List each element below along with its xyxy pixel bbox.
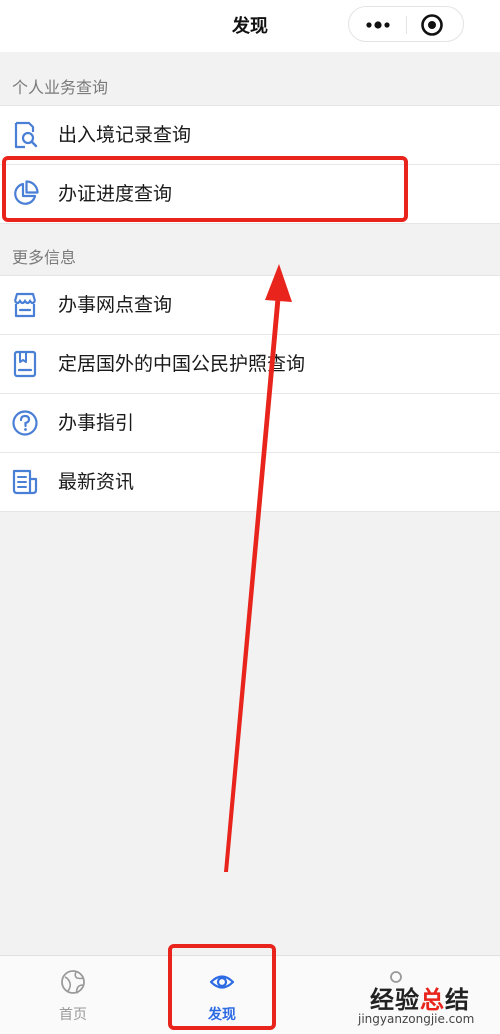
miniprogram-capsule	[348, 6, 464, 42]
watermark-brand: 经验总结	[370, 986, 470, 1014]
list-item-overseas-passport[interactable]: 定居国外的中国公民护照查询	[0, 335, 500, 394]
list-item-service-guide[interactable]: 办事指引	[0, 394, 500, 453]
section-label-personal: 个人业务查询	[12, 78, 109, 97]
list-item-label: 办事网点查询	[58, 294, 173, 316]
section-label-more-info: 更多信息	[12, 248, 77, 267]
target-circle-icon[interactable]	[419, 12, 445, 38]
news-document-icon	[12, 469, 38, 495]
tab-home[interactable]: 首页	[13, 956, 133, 1034]
globe-icon	[61, 970, 85, 994]
passport-book-icon	[13, 350, 37, 378]
storefront-icon	[13, 292, 37, 318]
watermark-url: jingyanzongjie.com	[358, 1012, 475, 1026]
question-circle-icon	[12, 410, 38, 436]
more-info-group: 办事网点查询 定居国外的中国公民护照查询 办事指引 最新资讯	[0, 275, 500, 512]
more-dots-icon[interactable]	[359, 15, 397, 35]
top-navigation-bar: 发现	[0, 0, 500, 52]
list-item-label: 最新资讯	[58, 471, 135, 493]
watermark: 经验总结 jingyanzongjie.com	[358, 980, 496, 1030]
annotation-highlight-tab	[168, 944, 276, 1030]
capsule-divider	[406, 16, 407, 34]
document-search-icon	[14, 121, 38, 149]
list-item-label: 办事指引	[58, 412, 135, 434]
tab-label: 首页	[59, 1007, 87, 1023]
list-item-service-outlets[interactable]: 办事网点查询	[0, 276, 500, 335]
annotation-highlight-progress	[2, 156, 408, 222]
list-item-latest-news[interactable]: 最新资讯	[0, 453, 500, 511]
list-item-label: 定居国外的中国公民护照查询	[58, 353, 306, 375]
